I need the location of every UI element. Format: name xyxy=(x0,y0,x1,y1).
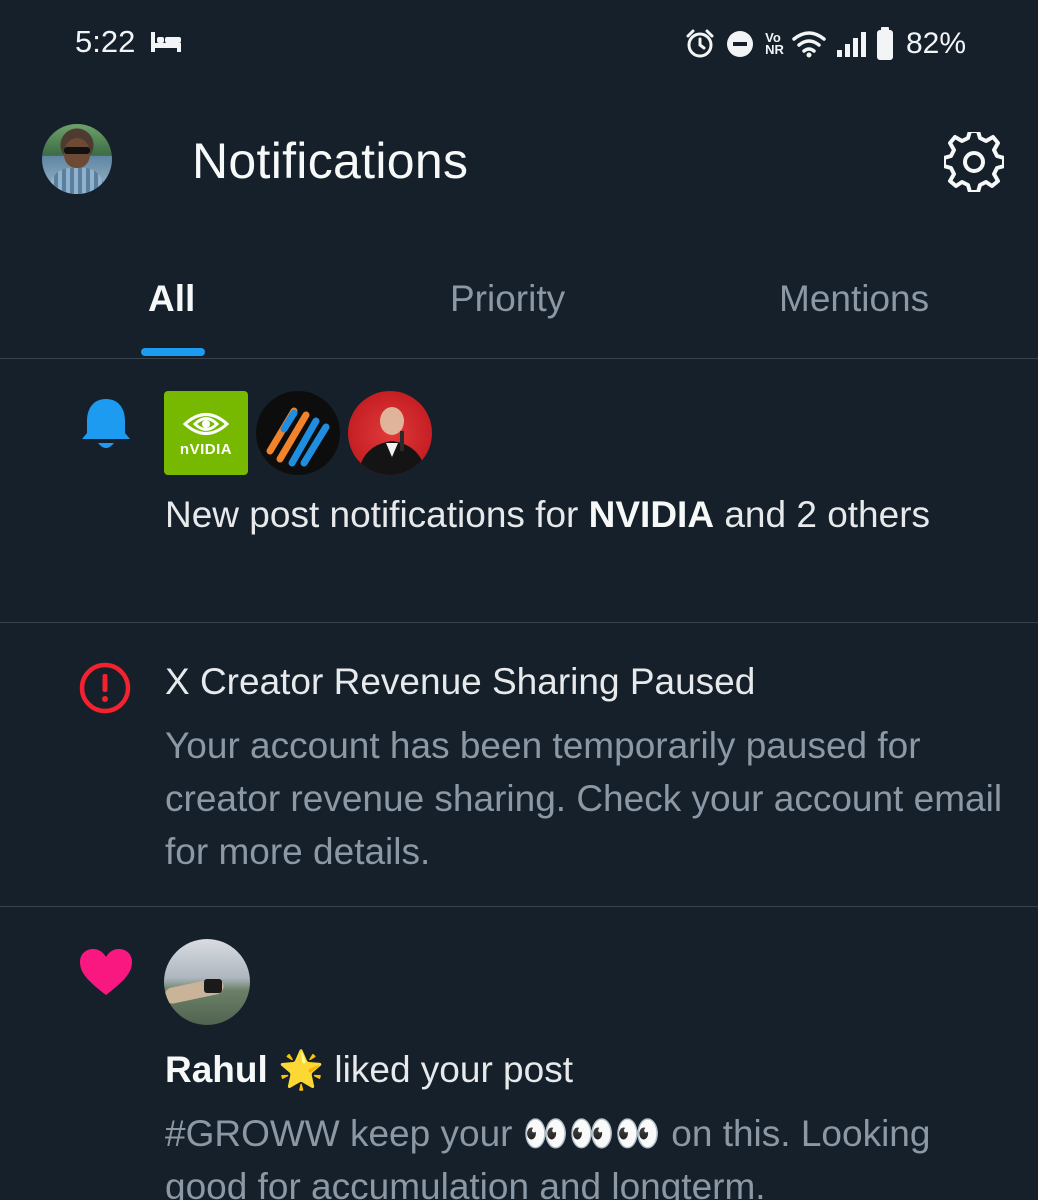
person-avatar[interactable] xyxy=(348,391,432,475)
vonr-icon: Vo NR xyxy=(765,31,784,57)
text-prefix: New post notifications for xyxy=(165,494,589,535)
avatar-phone xyxy=(204,979,222,993)
notification-like-text: Rahul 🌟 liked your post xyxy=(165,1043,1005,1096)
do-not-disturb-icon xyxy=(727,31,754,57)
eyes-emoji: 👀👀👀 xyxy=(522,1113,661,1154)
notification-title: X Creator Revenue Sharing Paused xyxy=(165,661,756,702)
stripes-avatar[interactable] xyxy=(256,391,340,475)
vonr-label-bottom: NR xyxy=(765,42,784,57)
tab-priority[interactable]: Priority xyxy=(450,278,565,320)
battery-icon xyxy=(876,27,893,60)
gear-icon[interactable] xyxy=(944,132,1004,192)
nvidia-eye-icon xyxy=(183,412,229,435)
page-title: Notifications xyxy=(192,133,469,189)
bed-icon xyxy=(151,32,181,52)
alert-circle-icon xyxy=(79,662,131,714)
notification-avatars: nVIDIA xyxy=(164,391,432,475)
profile-avatar[interactable] xyxy=(42,124,112,194)
account-name: NVIDIA xyxy=(588,494,715,535)
star-emoji: 🌟 xyxy=(278,1049,325,1090)
notification-revenue-paused[interactable]: X Creator Revenue Sharing Paused Your ac… xyxy=(0,623,1038,907)
notification-text: New post notifications for NVIDIA and 2 … xyxy=(165,488,1005,541)
bell-icon xyxy=(82,399,130,448)
liked-post-preview: #GROWW keep your 👀👀👀 on this. Looking go… xyxy=(165,1107,1015,1200)
notification-new-posts[interactable]: nVIDIA New post notifications for NVIDIA… xyxy=(0,359,1038,623)
signal-icon xyxy=(836,32,866,57)
like-action: liked your post xyxy=(324,1049,573,1090)
wifi-icon xyxy=(792,31,826,58)
nvidia-logo-text: nVIDIA xyxy=(179,440,233,458)
heart-icon xyxy=(80,949,132,995)
tab-mentions[interactable]: Mentions xyxy=(779,278,929,320)
text-suffix: and 2 others xyxy=(714,494,931,535)
avatar-shirt xyxy=(50,168,104,194)
avatar-sunglasses xyxy=(64,147,90,154)
status-icons: Vo NR 82% xyxy=(685,22,966,66)
notification-like[interactable]: Rahul 🌟 liked your post #GROWW keep your… xyxy=(0,907,1038,1200)
status-bar: 5:22 Vo NR 82% xyxy=(0,0,1038,88)
liker-name: Rahul xyxy=(165,1049,268,1090)
post-text-prefix: #GROWW keep your xyxy=(165,1113,523,1154)
notification-tabs: All Priority Mentions xyxy=(0,238,1038,359)
battery-percent: 82% xyxy=(905,27,966,60)
tab-all[interactable]: All xyxy=(148,278,195,320)
status-time: 5:22 xyxy=(75,24,136,59)
notification-body: Your account has been temporarily paused… xyxy=(165,725,1003,872)
notifications-screen: 5:22 Vo NR 82% Notifications All Priorit… xyxy=(0,0,1038,1200)
alarm-icon xyxy=(686,29,714,58)
nvidia-avatar[interactable]: nVIDIA xyxy=(164,391,248,475)
stripes-logo-icon xyxy=(266,407,330,467)
app-header: Notifications xyxy=(0,88,1038,238)
rahul-avatar[interactable] xyxy=(164,939,250,1025)
person-photo-icon xyxy=(358,407,426,475)
active-tab-indicator xyxy=(141,348,205,356)
